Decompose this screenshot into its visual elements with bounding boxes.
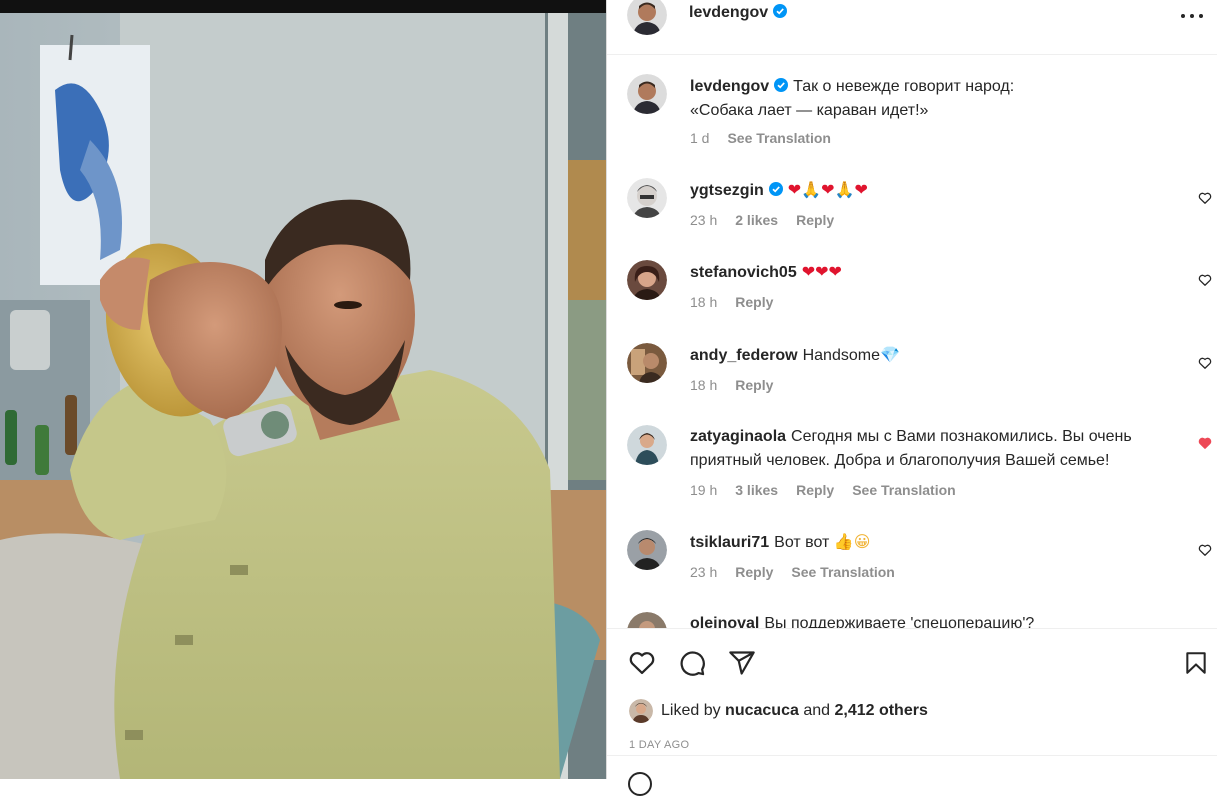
comment-body-line-2: приятный человек. Добра и благополучия В… <box>690 452 1110 469</box>
comment-meta: 23 h 2 likes Reply <box>690 212 852 228</box>
likes-and-label: and <box>803 702 831 719</box>
like-heart-icon[interactable] <box>627 649 657 682</box>
heart-emoji-icon: ❤ <box>854 180 868 199</box>
caption-line-1: Так о невежде говорит народ: <box>793 78 1015 95</box>
verified-badge-icon <box>773 4 788 18</box>
comment-meta: 23 h Reply See Translation <box>690 564 913 580</box>
likes-summary: Liked by nucacuca and 2,412 others <box>629 699 928 723</box>
commenter-avatar[interactable] <box>627 343 667 383</box>
action-bar: Liked by nucacuca and 2,412 others 1 DAY… <box>607 628 1217 796</box>
heart-emoji-icon: ❤ <box>821 180 835 199</box>
comment-time[interactable]: 23 h <box>690 212 717 228</box>
comment-body: Вот вот <box>774 534 830 551</box>
reply-button[interactable]: Reply <box>735 564 773 580</box>
caption-time[interactable]: 1 d <box>690 130 709 146</box>
heart-emoji-icon: ❤ <box>787 180 802 199</box>
comment-meta: 18 h Reply <box>690 294 791 310</box>
comment-like-icon[interactable] <box>1198 356 1212 370</box>
commenter-avatar[interactable] <box>627 178 667 218</box>
see-translation-button[interactable]: See Translation <box>727 130 830 146</box>
comment-username[interactable]: andy_federow <box>690 347 798 364</box>
comment-like-icon[interactable] <box>1198 543 1212 557</box>
comment-username[interactable]: tsiklauri71 <box>690 534 769 551</box>
comment-text: andy_federow Handsome💎 <box>690 343 1162 368</box>
grinning-face-emoji-icon: 😀 <box>853 532 871 551</box>
comment-username[interactable]: stefanovich05 <box>690 264 797 281</box>
post-photo[interactable] <box>0 0 606 779</box>
pray-emoji-icon: 🙏 <box>834 180 855 199</box>
comment-time[interactable]: 19 h <box>690 482 717 498</box>
commenter-avatar[interactable] <box>627 425 667 465</box>
commenter-avatar[interactable] <box>627 530 667 570</box>
caption-line-2: «Собака лает — караван идет!» <box>690 102 929 119</box>
reply-button[interactable]: Reply <box>735 377 773 393</box>
reply-button[interactable]: Reply <box>796 212 834 228</box>
comment-bubble-icon[interactable] <box>677 649 707 682</box>
comment-like-icon[interactable] <box>1198 273 1212 287</box>
comment-text: tsiklauri71 Вот вот 👍😀 <box>690 530 1162 555</box>
comment-username[interactable]: olejnoval <box>690 615 759 628</box>
comment-body: Вы поддерживаете 'спецоперацию'? <box>764 615 1035 628</box>
caption-meta: 1 d See Translation <box>690 130 849 146</box>
author-avatar[interactable] <box>627 74 667 114</box>
comment-likes-count[interactable]: 2 likes <box>735 212 778 228</box>
author-avatar[interactable] <box>627 0 667 35</box>
comment-meta: 19 h 3 likes Reply See Translation <box>690 482 974 498</box>
thumbs-up-emoji-icon: 👍 <box>833 532 854 551</box>
comment-time[interactable]: 18 h <box>690 377 717 393</box>
comment-body: Handsome <box>802 347 880 364</box>
caption-username[interactable]: levdengov <box>690 78 769 95</box>
reply-button[interactable]: Reply <box>796 482 834 498</box>
caption-text: levdengov Так о невежде говорит народ: «С… <box>690 75 1162 123</box>
heart-emoji-icon: ❤ <box>815 262 829 281</box>
photo-illustration <box>0 0 606 779</box>
more-options-icon[interactable] <box>1179 6 1205 26</box>
likes-others-count[interactable]: 2,412 others <box>834 702 927 720</box>
comment-text: zatyaginaola Сегодня мы с Вами познакомил… <box>690 425 1162 473</box>
comment-like-icon[interactable] <box>1198 191 1212 205</box>
comment-text: olejnoval Вы поддерживаете 'спецоперацию'… <box>690 612 1162 628</box>
post-date[interactable]: 1 DAY AGO <box>629 739 689 751</box>
emoji-picker-icon[interactable] <box>627 771 653 802</box>
comment-username[interactable]: zatyaginaola <box>690 428 786 445</box>
comment-liked-heart-icon[interactable] <box>1198 436 1212 450</box>
liked-by-user[interactable]: nucacuca <box>725 702 799 720</box>
comments-list[interactable]: levdengov Так о невежде говорит народ: «С… <box>607 56 1217 628</box>
verified-badge-icon <box>768 180 783 196</box>
comment-time[interactable]: 18 h <box>690 294 717 310</box>
liked-by-label: Liked by <box>661 702 721 719</box>
see-translation-button[interactable]: See Translation <box>791 564 894 580</box>
comment-meta: 18 h Reply <box>690 377 791 393</box>
comment-username[interactable]: ygtsezgin <box>690 182 764 199</box>
gem-emoji-icon: 💎 <box>879 345 900 364</box>
comment-text: stefanovich05 ❤❤❤ <box>690 260 1162 285</box>
post-header: levdengov <box>607 0 1217 55</box>
commenter-avatar[interactable] <box>627 260 667 300</box>
pray-emoji-icon: 🙏 <box>801 180 822 199</box>
reply-button[interactable]: Reply <box>735 294 773 310</box>
comment-likes-count[interactable]: 3 likes <box>735 482 778 498</box>
save-bookmark-icon[interactable] <box>1183 649 1209 682</box>
divider <box>607 755 1217 756</box>
author-username[interactable]: levdengov <box>689 4 768 21</box>
liker-avatar[interactable] <box>629 699 653 723</box>
comment-body-line-1: Сегодня мы с Вами познакомились. Вы очен… <box>791 428 1132 445</box>
heart-emoji-icon: ❤ <box>828 262 842 281</box>
post-side-panel: levdengov levdengov Так о невежде говорит… <box>606 0 1217 796</box>
see-translation-button[interactable]: See Translation <box>852 482 955 498</box>
share-paper-plane-icon[interactable] <box>727 649 757 682</box>
verified-badge-icon <box>774 76 789 92</box>
comment-text: ygtsezgin ❤🙏❤🙏❤ <box>690 178 1162 203</box>
heart-emoji-icon: ❤ <box>801 262 816 281</box>
comment-time[interactable]: 23 h <box>690 564 717 580</box>
commenter-avatar[interactable] <box>627 612 667 628</box>
